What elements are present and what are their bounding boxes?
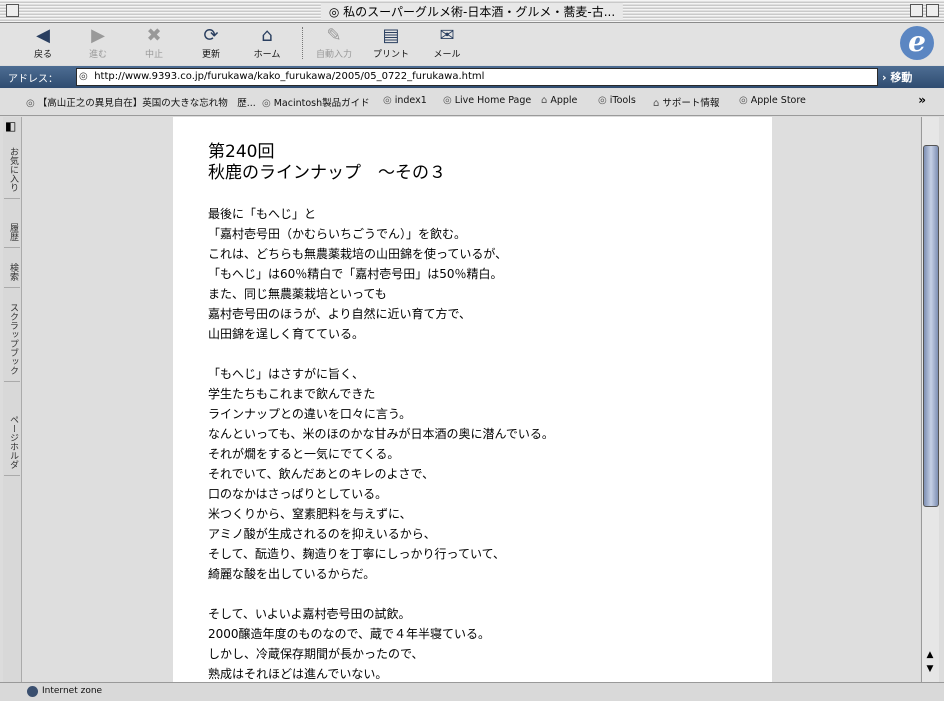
close-box[interactable] (6, 4, 19, 17)
article-heading: 第240回 秋鹿のラインナップ ～その３ (208, 142, 446, 183)
article-line: 「もへじ」は60％精白で「嘉村壱号田」は50％精白。 (208, 267, 503, 281)
address-input[interactable]: ◎ http://www.9393.co.jp/furukawa/kako_fu… (76, 68, 878, 86)
article-line: 2000醸造年度のものなので、蔵で４年半寝ている。 (208, 627, 491, 641)
article-line: 米つくりから、窒素肥料を与えずに、 (208, 507, 412, 521)
ie-logo-icon: e (900, 26, 934, 60)
favorites-bar: ◎ 【高山正之の異見自在】英国の大きな忘れ物 歴... ◎ Macintosh製品ガ… (0, 89, 944, 116)
page-icon: ◎ (26, 98, 35, 109)
article-page: 第240回 秋鹿のラインナップ ～その３ 最後に「もへじ」と「嘉村壱号田（かむら… (173, 117, 772, 682)
favorite-link[interactable]: ◎ Macintosh製品ガイド (262, 95, 370, 109)
article-line: そして、酛造り、麹造りを丁寧にしっかり行っていて、 (208, 547, 506, 561)
article-line: 山田錦を逞しく育てている。 (208, 327, 365, 341)
page-icon: ◎ (383, 95, 392, 106)
article-line: 「嘉村壱号田（かむらいちごうでん）」を飲む。 (208, 227, 467, 241)
zoom-box[interactable] (910, 4, 923, 17)
autofill-button[interactable]: ✎ 自動入力 (308, 25, 360, 63)
favorite-link[interactable]: ◎ index1 (383, 95, 427, 106)
refresh-icon: ⟳ (203, 25, 219, 46)
globe-icon: ◎ (328, 5, 340, 19)
print-button[interactable]: ▤ プリント (365, 25, 417, 63)
toolbar-separator (302, 27, 304, 59)
scroll-thumb[interactable] (923, 145, 939, 507)
stop-button[interactable]: ✖ 中止 (128, 25, 180, 63)
window-title: ◎ 私のスーパーグルメ術-日本酒・グルメ・蕎麦-古... (320, 3, 624, 20)
scroll-down-arrow-icon[interactable]: ▼ (924, 663, 936, 675)
printer-icon: ▤ (382, 25, 400, 46)
globe-icon (27, 686, 38, 697)
address-label: アドレス： (8, 74, 58, 85)
tab-page-holder[interactable]: ページホルダ (4, 409, 20, 476)
favorite-folder[interactable]: ⌂ サポート情報 (653, 95, 719, 109)
autofill-icon: ✎ (326, 25, 342, 46)
tab-scrapbook[interactable]: スクラップブック (4, 297, 20, 382)
article-line: なんといっても、米のほのかな甘みが日本酒の奥に潜んでいる。 (208, 427, 554, 441)
article-line: 嘉村壱号田のほうが、より自然に近い育て方で、 (208, 307, 472, 321)
address-bar: アドレス： ◎ http://www.9393.co.jp/furukawa/k… (0, 66, 944, 88)
page-viewport[interactable]: 第240回 秋鹿のラインナップ ～その３ 最後に「もへじ」と「嘉村壱号田（かむら… (22, 117, 920, 682)
article-line: 熟成はそれほどは進んでいない。 (208, 667, 388, 681)
page-icon: ◎ (739, 95, 748, 106)
favorite-folder[interactable]: ⌂ Apple (541, 95, 577, 106)
article-line: アミノ酸が生成されるのを抑えいるから、 (208, 527, 436, 541)
article-line: 学生たちもこれまで飲んできた (208, 387, 376, 401)
favorite-link[interactable]: ◎ 【高山正之の異見自在】英国の大きな忘れ物 歴... (26, 95, 256, 109)
tab-history[interactable]: 履歴 (4, 217, 20, 248)
chevron-more-icon[interactable]: » (918, 93, 926, 107)
article-line: それが燗をすると一気にでてくる。 (208, 447, 400, 461)
article-line: これは、どちらも無農薬栽培の山田錦を使っているが、 (208, 247, 508, 261)
page-icon: ◎ (262, 98, 271, 109)
article-line: それでいて、飲んだあとのキレのよさで、 (208, 467, 435, 481)
back-button[interactable]: ◀ 戻る (17, 25, 69, 63)
address-url: http://www.9393.co.jp/furukawa/kako_furu… (94, 71, 485, 82)
browser-window: ◎ 私のスーパーグルメ術-日本酒・グルメ・蕎麦-古... ◀ 戻る ▶ 進む ✖… (0, 0, 944, 701)
favorite-link[interactable]: ◎ Live Home Page (443, 95, 531, 106)
home-icon: ⌂ (261, 25, 273, 46)
folder-icon: ⌂ (653, 98, 660, 109)
forward-button[interactable]: ▶ 進む (72, 25, 124, 63)
article-line: ラインナップとの違いを口々に言う。 (208, 407, 412, 421)
security-zone: Internet zone (42, 686, 103, 696)
mail-icon: ✉ (439, 25, 455, 46)
mail-button[interactable]: ✉ メール (421, 25, 473, 63)
scroll-up-arrow-icon[interactable]: ▲ (924, 649, 936, 661)
forward-arrow-icon: ▶ (91, 25, 105, 46)
article-line (208, 584, 554, 604)
article-line: しかし、冷蔵保存期間が長かったので、 (208, 647, 424, 661)
folder-icon: ⌂ (541, 95, 548, 106)
page-icon: ◎ (598, 95, 607, 106)
status-bar: Internet zone (0, 682, 944, 701)
article-line: 綺麗な酸を出しているからだ。 (208, 567, 376, 581)
article-body: 最後に「もへじ」と「嘉村壱号田（かむらいちごうでん）」を飲む。これは、どちらも無… (208, 204, 554, 682)
article-line: また、同じ無農薬栽培といっても (208, 287, 387, 301)
tab-search[interactable]: 検索 (4, 257, 20, 288)
article-line: 「もへじ」はさすがに旨く、 (208, 367, 365, 381)
collapse-box[interactable] (926, 4, 939, 17)
vertical-scrollbar[interactable]: ▲ ▼ (921, 117, 939, 682)
article-line: 口のなかはさっぱりとしている。 (208, 487, 388, 501)
go-button[interactable]: › 移動 (882, 69, 912, 85)
explorer-sidebar: ◧ お気に入り 履歴 検索 スクラップブック ページホルダ (3, 117, 22, 682)
favorite-link[interactable]: ◎ iTools (598, 95, 636, 106)
page-icon: ◎ (79, 71, 88, 82)
article-line (208, 344, 554, 364)
tab-favorites[interactable]: お気に入り (4, 141, 20, 199)
favorite-link[interactable]: ◎ Apple Store (739, 95, 806, 106)
page-icon: ◎ (443, 95, 452, 106)
home-button[interactable]: ⌂ ホーム (241, 25, 293, 63)
toolbar: ◀ 戻る ▶ 進む ✖ 中止 ⟳ 更新 ⌂ ホーム ✎ 自動入力 ▤ プリント … (0, 23, 944, 65)
refresh-button[interactable]: ⟳ 更新 (185, 25, 237, 63)
go-arrow-icon: › (882, 71, 887, 84)
title-bar[interactable]: ◎ 私のスーパーグルメ術-日本酒・グルメ・蕎麦-古... (0, 0, 944, 23)
article-line: そして、いよいよ嘉村壱号田の試飲。 (208, 607, 411, 621)
back-arrow-icon: ◀ (36, 25, 50, 46)
stop-x-icon: ✖ (146, 25, 162, 46)
article-line: 最後に「もへじ」と (208, 207, 317, 221)
sidebar-toggle-icon[interactable]: ◧ (5, 119, 19, 133)
